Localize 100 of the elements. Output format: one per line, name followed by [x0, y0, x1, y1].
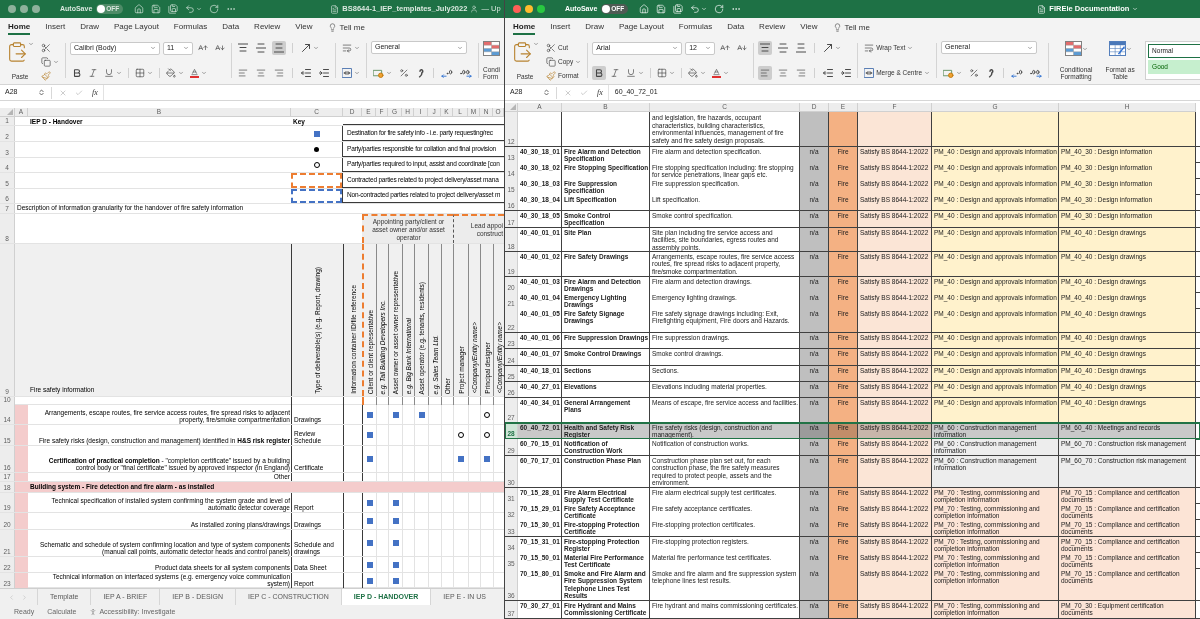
menu-tab[interactable]: Formulas	[173, 20, 208, 35]
square-marker-icon	[366, 411, 373, 418]
italic-icon	[610, 68, 621, 78]
percent-button[interactable]	[397, 66, 411, 80]
menu-tab[interactable]: Formulas	[678, 20, 713, 35]
increase-indent-button[interactable]	[317, 66, 331, 80]
document-icon	[1037, 4, 1047, 14]
caret-icon	[907, 45, 914, 51]
decrease-indent-icon	[301, 68, 311, 78]
increase-indent-button[interactable]	[839, 66, 854, 80]
home-icon[interactable]	[134, 4, 145, 14]
insert-function-button[interactable]: fx	[597, 86, 603, 99]
square-marker-icon	[418, 411, 425, 418]
table-cell	[15, 425, 28, 445]
save-as-icon[interactable]	[168, 4, 179, 14]
caret-icon	[956, 70, 963, 76]
align-top-icon	[760, 43, 771, 53]
orientation-button[interactable]	[299, 41, 321, 55]
diagonal-arrow-icon	[301, 43, 311, 53]
shrink-font-icon	[215, 43, 225, 53]
save-as-icon[interactable]	[673, 4, 684, 14]
minimize-window-button[interactable]	[525, 5, 533, 13]
align-middle-icon	[778, 43, 789, 53]
square-marker-icon	[392, 411, 399, 418]
menu-tab[interactable]: Insert	[45, 20, 66, 35]
align-bottom-button[interactable]	[794, 41, 809, 55]
fill-color-button[interactable]	[164, 66, 186, 80]
menu-tab[interactable]: View	[800, 20, 818, 35]
decrease-indent-button[interactable]	[299, 66, 313, 80]
caret-icon	[672, 45, 679, 51]
caret-icon	[1125, 45, 1132, 52]
undo-icon[interactable]	[690, 4, 701, 14]
menu-tab[interactable]: Home	[513, 20, 536, 35]
bold-button[interactable]	[592, 66, 607, 80]
caret-icon	[150, 45, 156, 51]
menu-tab[interactable]: Review	[759, 20, 786, 35]
table-cell	[15, 573, 28, 588]
align-top-button[interactable]	[236, 41, 250, 55]
paint-bucket-icon	[166, 68, 176, 78]
menu-tab[interactable]: Data	[222, 20, 240, 35]
shrink-font-icon	[737, 43, 748, 53]
menu-tab[interactable]: Data	[727, 20, 745, 35]
align-left-button[interactable]	[758, 66, 773, 80]
minimize-window-button[interactable]	[20, 5, 28, 13]
menu-tab[interactable]: Draw	[585, 20, 604, 35]
menu-tab[interactable]: Page Layout	[618, 20, 664, 35]
lightbulb-icon	[832, 23, 842, 32]
align-center-icon	[778, 68, 789, 78]
decrease-decimal-icon	[1030, 68, 1043, 78]
align-center-button[interactable]	[254, 66, 268, 80]
triangle-icon	[7, 109, 13, 115]
percent-icon	[399, 68, 409, 78]
insert-function-button[interactable]: fx	[92, 86, 98, 99]
wrap-text-icon	[864, 43, 875, 53]
save-icon[interactable]	[151, 4, 162, 14]
caret-icon	[313, 45, 319, 51]
menu-tab[interactable]: View	[295, 20, 313, 35]
redo-icon[interactable]	[209, 4, 220, 14]
caret-icon	[457, 44, 463, 51]
scissors-icon	[546, 43, 556, 53]
square-marker-icon	[366, 456, 373, 462]
toggle-knob-icon	[97, 5, 106, 13]
percent-icon	[969, 68, 980, 78]
menu-tab[interactable]: Insert	[550, 20, 571, 35]
diagonal-arrow-icon	[823, 43, 834, 53]
menu-tab[interactable]: Home	[8, 20, 31, 35]
align-top-button[interactable]	[758, 41, 773, 55]
menu-tab[interactable]: Review	[254, 20, 281, 35]
menu-tab[interactable]: Draw	[80, 20, 99, 35]
merge-cells-icon	[342, 68, 352, 78]
bold-icon	[72, 68, 82, 78]
decrease-indent-button[interactable]	[821, 66, 836, 80]
undo-icon[interactable]	[185, 4, 196, 14]
accessibility-icon	[89, 608, 98, 616]
cancel-icon[interactable]	[564, 88, 572, 97]
tell-me-button[interactable]: Tell me	[327, 20, 365, 35]
document-icon	[330, 4, 340, 14]
align-right-button[interactable]	[272, 66, 286, 80]
merge-button[interactable]	[340, 66, 362, 80]
close-window-button[interactable]	[8, 5, 16, 13]
font-color-button[interactable]	[188, 66, 209, 80]
square-marker-icon	[458, 456, 464, 462]
caret-icon	[196, 6, 203, 12]
copy-icon	[546, 57, 556, 67]
align-left-button[interactable]	[236, 66, 250, 80]
font-color-icon	[190, 68, 199, 78]
underline-button[interactable]	[102, 66, 124, 80]
caret-icon	[147, 70, 153, 76]
zoom-window-button[interactable]	[537, 5, 545, 13]
close-window-button[interactable]	[513, 5, 521, 13]
cancel-icon[interactable]	[59, 88, 67, 97]
tell-me-button[interactable]: Tell me	[832, 20, 870, 35]
menu-tab[interactable]: Page Layout	[113, 20, 159, 35]
borders-button[interactable]	[133, 66, 155, 80]
zoom-window-button[interactable]	[32, 5, 40, 13]
banknote-icon	[373, 68, 384, 78]
copy-button[interactable]	[39, 55, 61, 69]
wrap-text-button[interactable]	[340, 41, 362, 55]
scissors-icon	[41, 43, 51, 53]
align-bottom-button[interactable]	[272, 41, 286, 55]
